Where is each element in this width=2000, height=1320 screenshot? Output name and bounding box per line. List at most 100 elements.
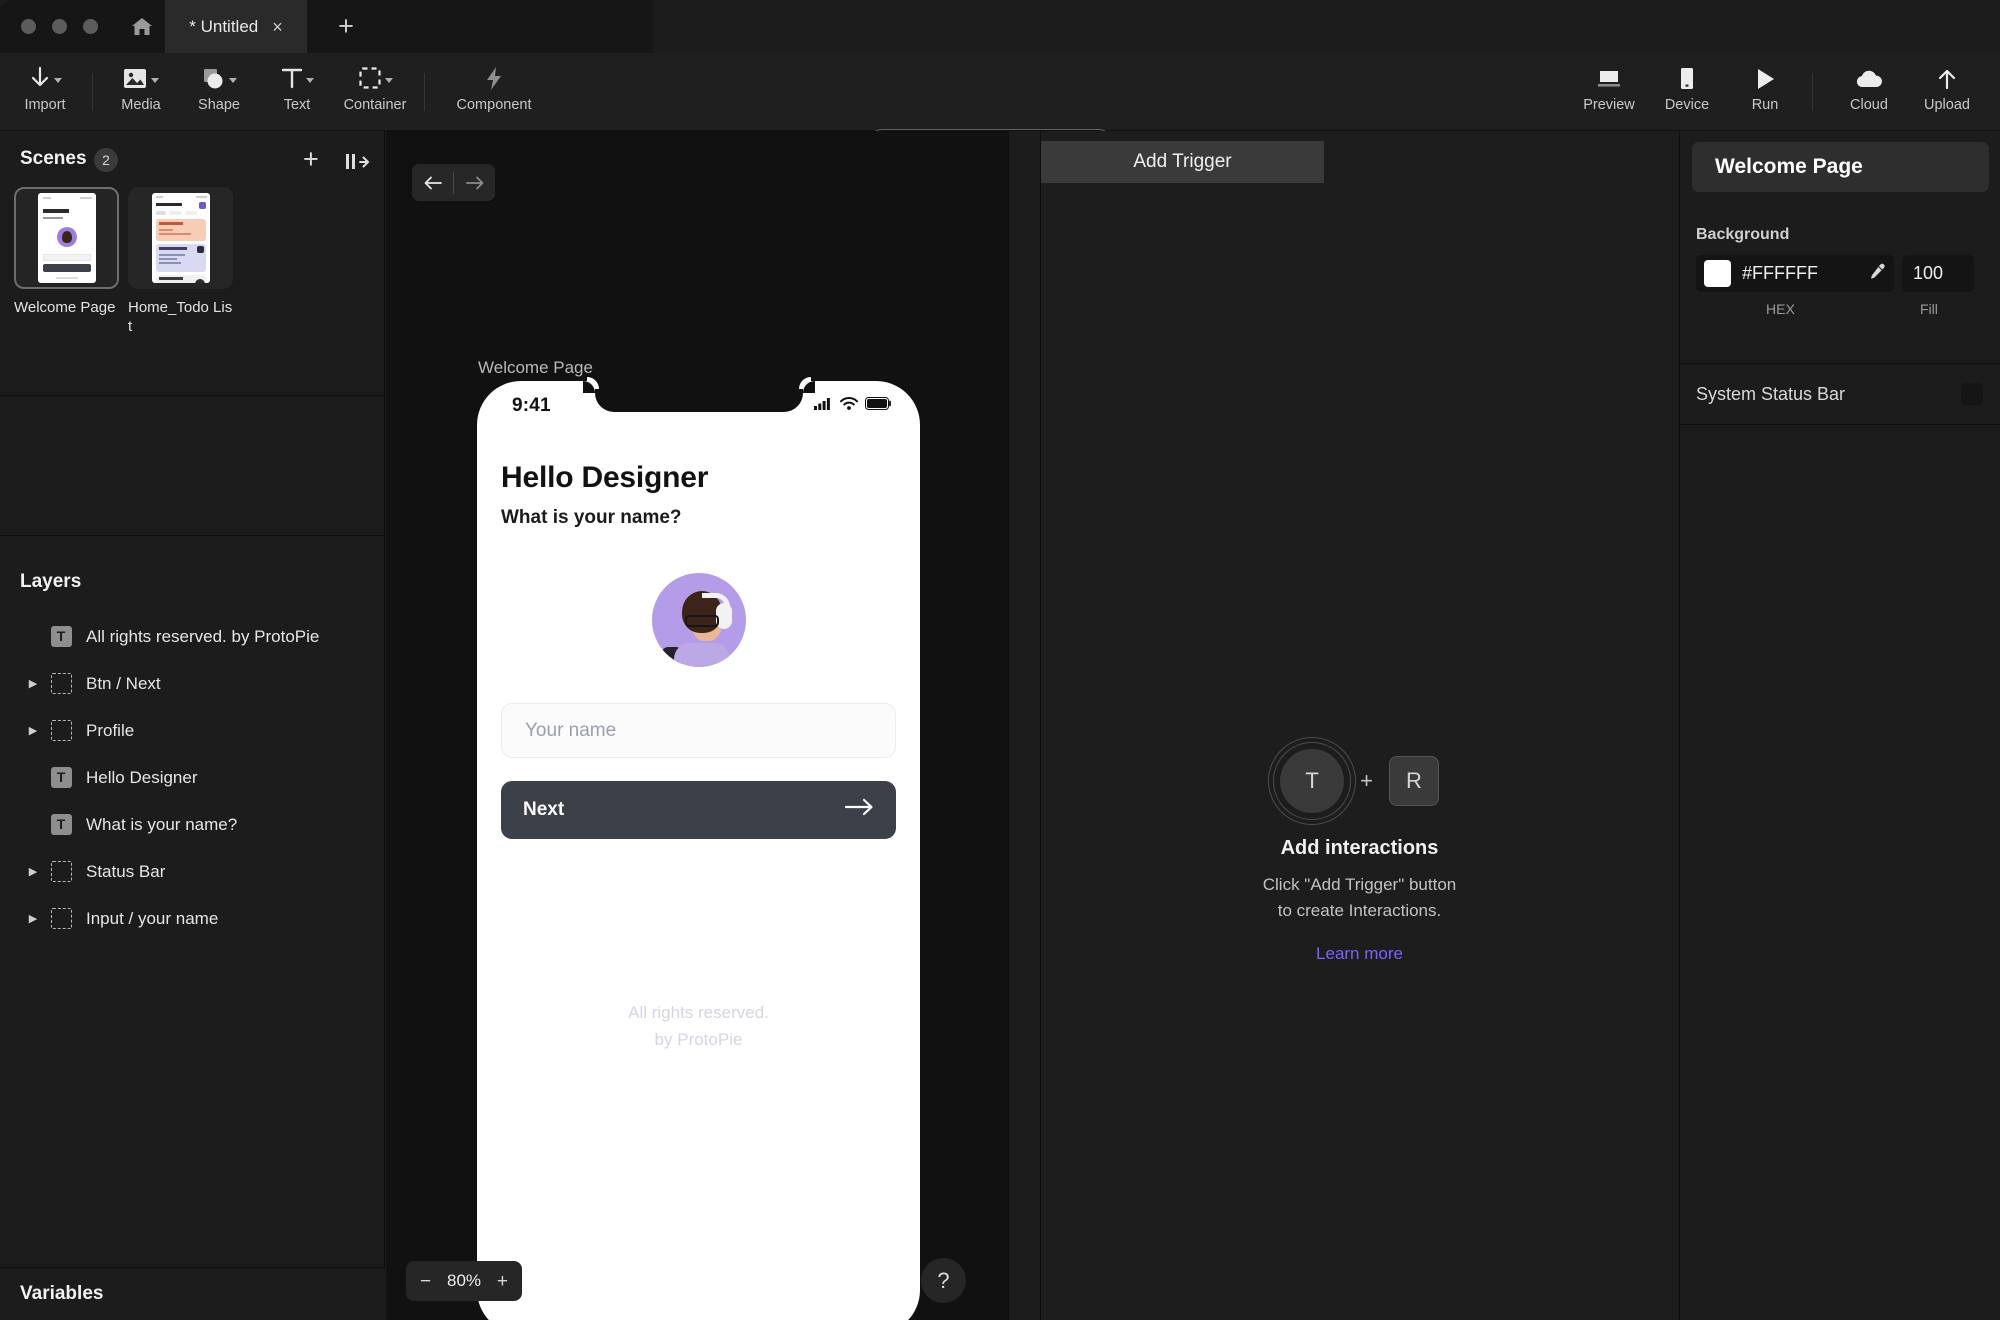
layer-name: Hello Designer: [86, 767, 198, 787]
hex-value: #FFFFFF: [1742, 263, 1818, 283]
layer-item[interactable]: ▶ Status Bar: [0, 848, 385, 895]
flow-view-icon[interactable]: [345, 151, 371, 178]
close-window-button[interactable]: [21, 19, 36, 34]
variables-section[interactable]: Variables: [0, 1267, 385, 1320]
container-layer-icon: [50, 673, 72, 695]
eyedropper-icon[interactable]: [1869, 263, 1886, 285]
panel-divider: [0, 395, 385, 396]
avatar: [651, 573, 746, 667]
chevron-right-icon[interactable]: ▶: [20, 724, 46, 737]
shape-button[interactable]: Shape: [178, 61, 260, 123]
scene-item-welcome-page[interactable]: Welcome Page: [14, 187, 127, 317]
import-button[interactable]: Import: [4, 61, 86, 123]
layer-name: Btn / Next: [86, 673, 161, 693]
canvas-scene-label: Welcome Page: [478, 358, 593, 377]
layer-item[interactable]: ▶ Input / your name: [0, 895, 385, 942]
component-button[interactable]: Component: [444, 61, 544, 123]
next-button-label: Next: [523, 799, 565, 820]
scene-thumbnail: [14, 187, 119, 289]
left-sidebar: Scenes 2 + Welcome Page Home_Todo List L…: [0, 131, 385, 1320]
new-tab-button[interactable]: +: [332, 13, 360, 41]
layer-name: Profile: [86, 720, 135, 740]
container-layer-icon: [50, 861, 72, 883]
system-status-bar-label: System Status Bar: [1696, 383, 1846, 404]
layer-item[interactable]: T All rights reserved. by ProtoPie: [0, 613, 385, 660]
scene-name-field[interactable]: Welcome Page: [1692, 142, 1989, 192]
play-icon: [1754, 61, 1776, 97]
zoom-in-button[interactable]: +: [497, 1272, 508, 1291]
upload-label: Upload: [1924, 97, 1970, 113]
zoom-out-button[interactable]: −: [420, 1272, 431, 1291]
wifi-icon: [840, 397, 858, 410]
scenes-title: Scenes: [20, 148, 87, 169]
chevron-right-icon[interactable]: ▶: [20, 912, 46, 925]
background-color-row: #FFFFFF 100: [1696, 255, 1974, 292]
scenes-count-badge: 2: [94, 148, 118, 172]
layer-item[interactable]: T What is your name?: [0, 801, 385, 848]
main-toolbar: Import Media Shape Text Container Compon…: [0, 53, 2000, 163]
layer-item[interactable]: T Hello Designer: [0, 754, 385, 801]
download-arrow-icon: [29, 61, 62, 95]
upload-button[interactable]: Upload: [1908, 61, 1986, 123]
battery-icon: [865, 397, 891, 410]
background-section-title: Background: [1696, 226, 1790, 243]
media-label: Media: [121, 97, 161, 113]
layer-item[interactable]: ▶ Btn / Next: [0, 660, 385, 707]
hex-field[interactable]: #FFFFFF: [1696, 255, 1894, 292]
chevron-right-icon[interactable]: ▶: [20, 865, 46, 878]
fill-field[interactable]: 100: [1902, 255, 1974, 292]
arrow-right-icon: [844, 798, 874, 822]
monitor-icon: [1596, 61, 1622, 97]
media-button[interactable]: Media: [100, 61, 182, 123]
help-button[interactable]: ?: [921, 1258, 966, 1303]
phone-footer: All rights reserved. by ProtoPie: [477, 999, 920, 1053]
run-label: Run: [1751, 97, 1779, 113]
color-swatch[interactable]: [1704, 260, 1731, 287]
device-label: Device: [1664, 97, 1710, 113]
add-trigger-button[interactable]: Add Trigger: [1041, 141, 1324, 183]
empty-state-icons: T + R: [1041, 737, 1678, 825]
cloud-button[interactable]: Cloud: [1830, 61, 1908, 123]
status-bar-time: 9:41: [512, 395, 551, 416]
cloud-icon: [1854, 61, 1884, 97]
image-icon: [123, 61, 159, 95]
document-tab[interactable]: * Untitled ×: [165, 0, 307, 53]
phone-mockup[interactable]: 9:41 Hello Designer What is your name? Y…: [477, 381, 920, 1320]
chevron-right-icon[interactable]: ▶: [20, 677, 46, 690]
shapes-icon: [201, 61, 237, 95]
preview-button[interactable]: Preview: [1570, 61, 1648, 123]
dashed-box-icon: [358, 61, 393, 95]
scene-thumb-todo: [151, 193, 210, 283]
text-button[interactable]: Text: [256, 61, 338, 123]
arrow-left-icon[interactable]: [412, 164, 453, 201]
learn-more-link[interactable]: Learn more: [1316, 944, 1403, 964]
text-layer-icon: T: [50, 767, 72, 789]
phone-heading: Hello Designer: [501, 461, 709, 494]
minimize-window-button[interactable]: [52, 19, 67, 34]
interactions-panel: Add Trigger T + R Add interactions Click…: [1041, 131, 1678, 1320]
close-icon[interactable]: ×: [272, 18, 283, 36]
layers-title: Layers: [20, 571, 82, 592]
add-scene-button[interactable]: +: [303, 145, 319, 173]
fill-label: Fill: [1920, 301, 1938, 317]
container-layer-icon: [50, 720, 72, 742]
scene-item-home-todo-list[interactable]: Home_Todo List: [128, 187, 241, 336]
text-t-icon: [281, 61, 314, 95]
maximize-window-button[interactable]: [83, 19, 98, 34]
properties-panel: Welcome Page Background #FFFFFF 100 HEX …: [1679, 131, 2000, 1320]
arrow-right-icon[interactable]: [454, 164, 495, 201]
layer-item[interactable]: ▶ Profile: [0, 707, 385, 754]
device-button[interactable]: Device: [1648, 61, 1726, 123]
window-controls[interactable]: [21, 19, 98, 34]
next-button[interactable]: Next: [501, 781, 896, 839]
design-canvas[interactable]: Welcome Page 9:41 Hello Designer What is…: [386, 131, 1008, 1320]
empty-state-description: Click "Add Trigger" button to create Int…: [1041, 872, 1678, 924]
name-input[interactable]: Your name: [501, 703, 896, 758]
run-button[interactable]: Run: [1726, 61, 1804, 123]
home-icon[interactable]: [131, 16, 153, 37]
system-status-bar-toggle[interactable]: [1961, 383, 1983, 405]
scene-caption: Welcome Page: [14, 299, 116, 316]
container-button[interactable]: Container: [334, 61, 416, 123]
system-status-bar-row[interactable]: System Status Bar: [1680, 364, 2000, 424]
text-layer-icon: T: [50, 814, 72, 836]
